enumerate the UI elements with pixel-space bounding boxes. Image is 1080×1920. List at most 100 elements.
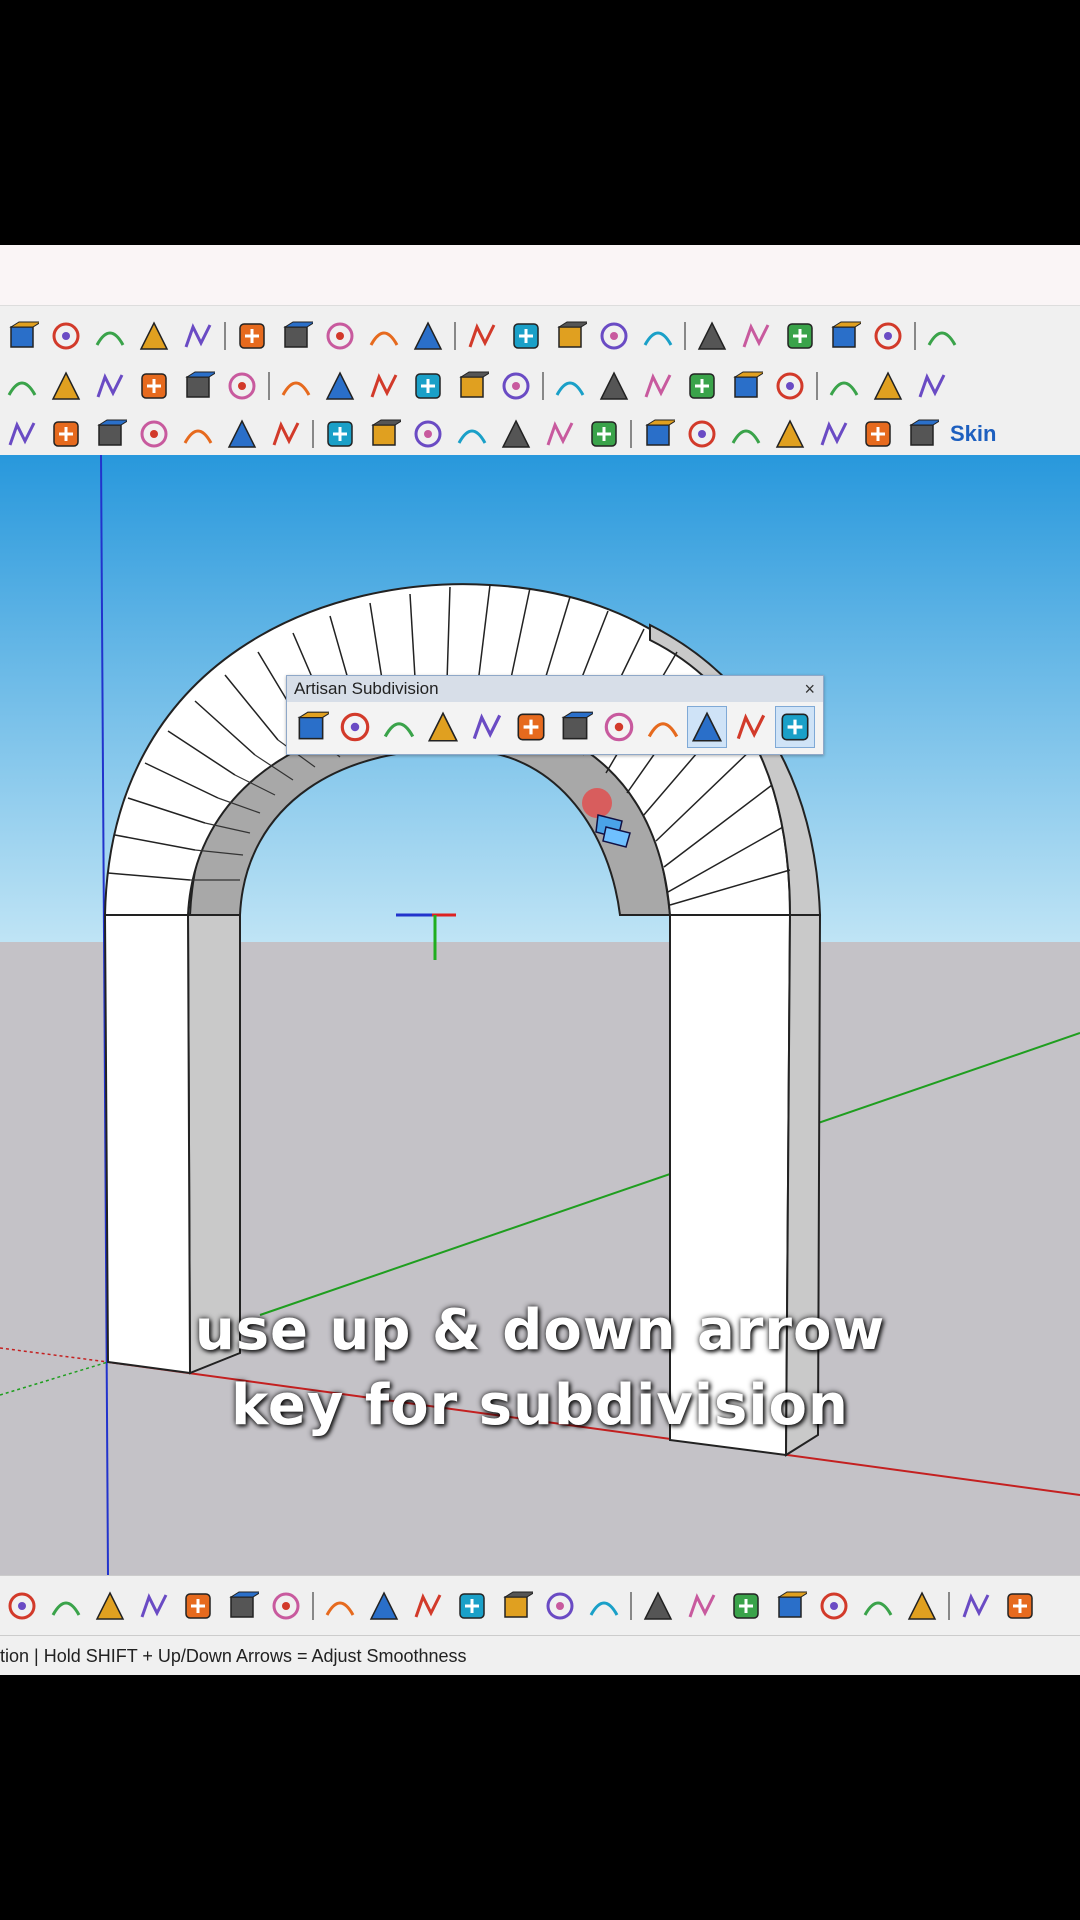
spiral-icon[interactable] [4,416,40,452]
mesh-surface-icon[interactable] [136,368,172,404]
network-icon[interactable] [498,368,534,404]
push-n-icon[interactable] [816,416,852,452]
push-orange-icon[interactable] [860,416,896,452]
close-icon[interactable]: × [804,676,815,702]
twist-icon[interactable] [278,368,314,404]
paint-remove2-icon[interactable] [684,1588,720,1624]
subd-diamond-icon[interactable] [423,706,463,748]
section-plane-icon[interactable] [48,318,84,354]
cone-icon[interactable] [958,1588,994,1624]
zoom-extents-icon[interactable] [180,318,216,354]
cylinder-icon[interactable] [1002,1588,1038,1624]
zoom-icon[interactable] [136,318,172,354]
subd-extrude-icon[interactable] [467,706,507,748]
add-user-icon[interactable] [552,318,588,354]
extension-p-icon[interactable] [596,318,632,354]
ruler-icon[interactable] [322,1588,358,1624]
drop-icon[interactable] [498,1588,534,1624]
fold-icon[interactable] [498,416,534,452]
subd-face-icon[interactable] [555,706,595,748]
zigzag-icon[interactable] [92,416,128,452]
pan-hand-icon[interactable] [92,318,128,354]
view-cube-icon[interactable] [586,1588,622,1624]
bend-icon[interactable] [322,368,358,404]
wrench-icon[interactable] [366,416,402,452]
shield-cube-icon[interactable] [552,368,588,404]
lasso-icon[interactable] [4,1588,40,1624]
tags-icon[interactable] [366,318,402,354]
table-icon[interactable] [826,368,862,404]
subd-grid-icon[interactable] [511,706,551,748]
push-down-icon[interactable] [640,416,676,452]
paint-remove-icon[interactable] [640,1588,676,1624]
push-up-icon[interactable] [586,416,622,452]
subd-cube-icon[interactable] [335,706,375,748]
push-pink-icon[interactable] [904,416,940,452]
triangle-icon[interactable] [454,416,490,452]
push-red-icon[interactable] [728,416,764,452]
push-green-icon[interactable] [772,416,808,452]
select-icon[interactable] [48,1588,84,1624]
layers-icon[interactable] [278,318,314,354]
shape-icon[interactable] [48,368,84,404]
settings-gear-icon[interactable] [870,318,906,354]
orbit-target-icon[interactable] [694,318,730,354]
subd-crease-icon[interactable] [643,706,683,748]
arc-icon[interactable] [48,416,84,452]
solid-tools-icon[interactable] [4,368,40,404]
subd-box-icon[interactable] [775,706,815,748]
box-select-icon[interactable] [92,1588,128,1624]
green-cube-icon[interactable] [640,368,676,404]
sphere-icon[interactable] [904,1588,940,1624]
skin-label[interactable]: Skin [950,421,996,447]
axis-icon[interactable] [454,1588,490,1624]
arrow-right-icon[interactable] [268,1588,304,1624]
cube-wire-icon[interactable] [640,318,676,354]
account-icon[interactable] [410,318,446,354]
circle-icon[interactable] [322,416,358,452]
paint-remove3-icon[interactable] [728,1588,764,1624]
house-icon[interactable] [542,416,578,452]
soft-select-icon[interactable] [136,1588,172,1624]
drape-icon[interactable] [366,368,402,404]
arc2-icon[interactable] [180,416,216,452]
camera-icon[interactable] [782,318,818,354]
terrain-icon[interactable] [542,1588,578,1624]
export-cube-icon[interactable] [924,318,960,354]
new-file-icon[interactable] [508,318,544,354]
move-points-icon[interactable] [366,1588,402,1624]
text-tool-icon[interactable] [410,368,446,404]
subd-loop-cut-icon[interactable] [687,706,727,748]
surface-flip-icon[interactable] [224,368,260,404]
grid-mesh-icon[interactable] [454,368,490,404]
arrow-left-icon[interactable] [224,1588,260,1624]
position-camera-icon[interactable] [826,318,862,354]
tag-remove3-icon[interactable] [860,1588,896,1624]
broom-icon[interactable] [684,368,720,404]
component-options-icon[interactable] [234,318,270,354]
scale-points-icon[interactable] [410,1588,446,1624]
subd-dome-icon[interactable] [379,706,419,748]
arc3-icon[interactable] [224,416,260,452]
flip-icon[interactable] [870,368,906,404]
gear-cube-icon[interactable] [596,368,632,404]
surface-icon[interactable] [92,368,128,404]
subd-shield-icon[interactable] [291,706,331,748]
stacked-layers-icon[interactable] [322,318,358,354]
curved-surface-icon[interactable] [180,368,216,404]
ellipse-icon[interactable] [410,416,446,452]
subd-split-icon[interactable] [731,706,771,748]
tag-remove-icon[interactable] [772,1588,808,1624]
orbit-pencil-icon[interactable] [4,318,40,354]
tag-remove2-icon[interactable] [816,1588,852,1624]
component-select-icon[interactable] [180,1588,216,1624]
video-camera-icon[interactable] [738,318,774,354]
dropdown-arrow-icon[interactable] [464,318,500,354]
polyline-icon[interactable] [268,416,304,452]
curve-icon[interactable] [136,416,172,452]
subd-sword-icon[interactable] [599,706,639,748]
push-blue-icon[interactable] [684,416,720,452]
burst-icon[interactable] [914,368,950,404]
gear-icon[interactable] [728,368,764,404]
hand-pointer-icon[interactable] [772,368,808,404]
